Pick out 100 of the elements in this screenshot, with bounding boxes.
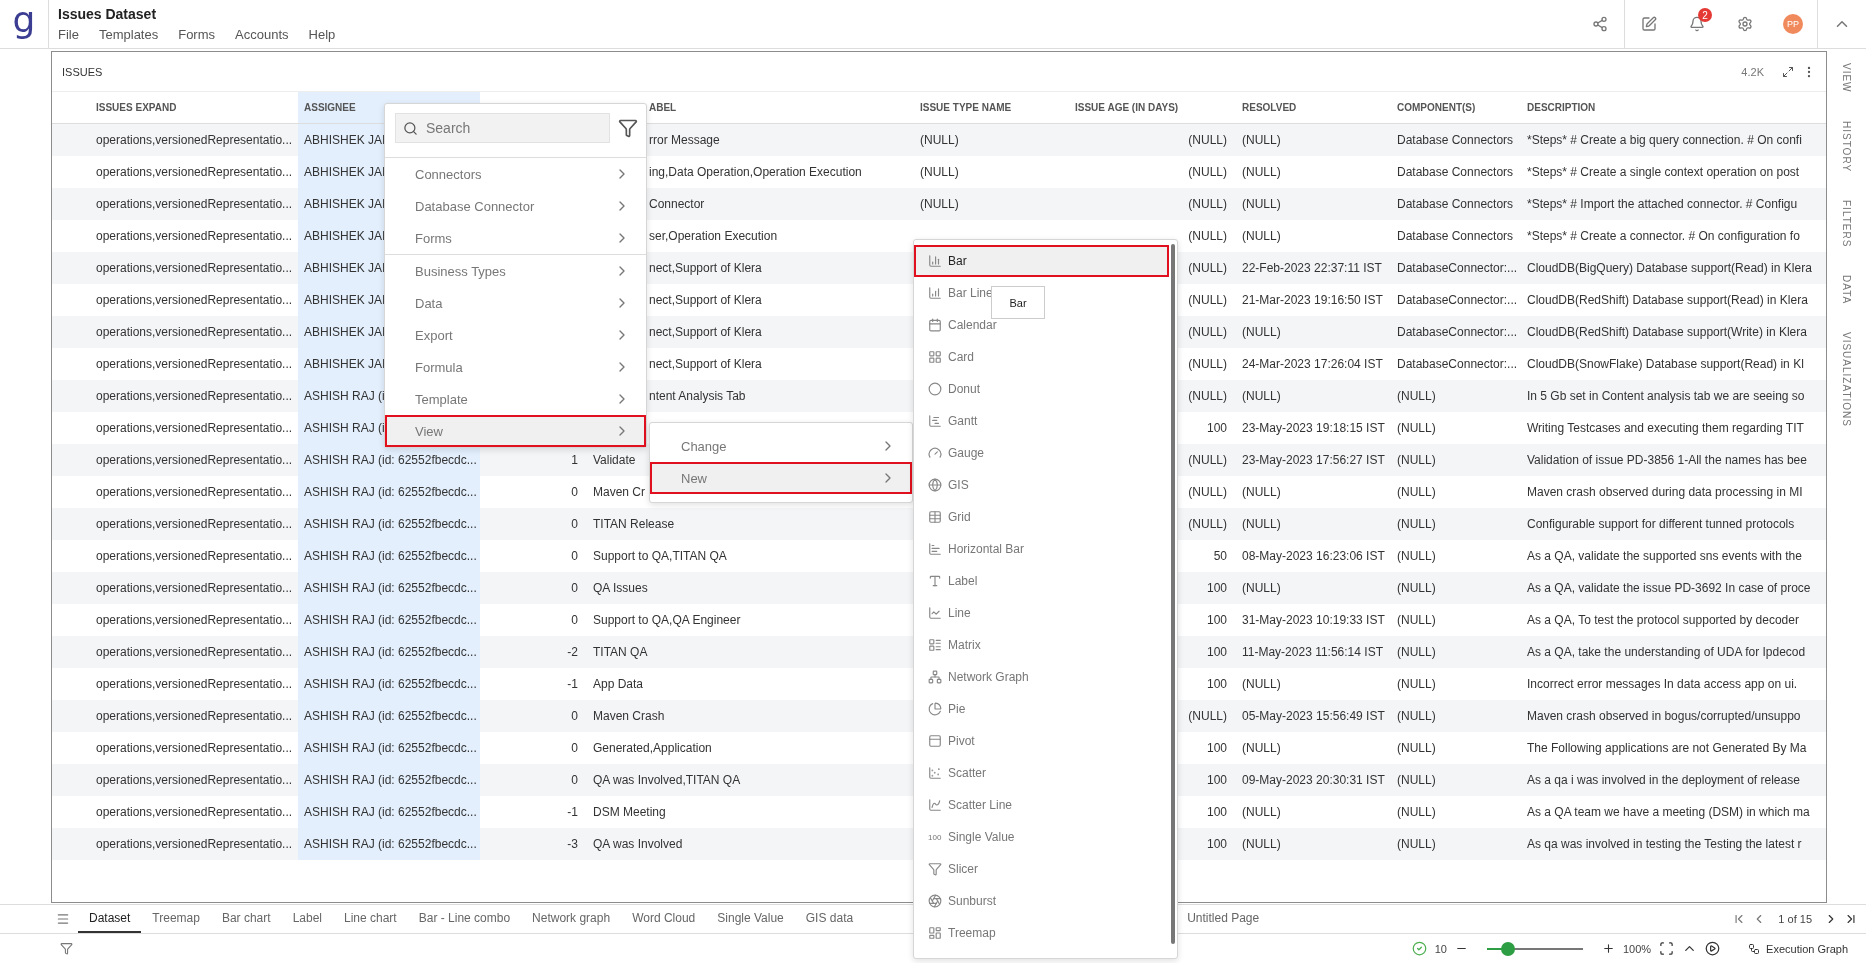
settings-icon[interactable]	[1737, 16, 1753, 32]
window-title: Issues Dataset	[58, 6, 158, 22]
menu-item[interactable]: Treemap	[914, 917, 1006, 949]
sheet-tab[interactable]: GIS data	[794, 905, 865, 933]
sheet-tab[interactable]: Network graph	[521, 905, 622, 933]
menu-item[interactable]: Scatter	[914, 757, 996, 789]
table-cell: DatabaseConnector:...	[1397, 357, 1518, 371]
last-page-icon[interactable]	[1844, 912, 1858, 926]
menu-item[interactable]: New	[650, 462, 912, 494]
filter-icon[interactable]	[618, 118, 638, 138]
menu-item[interactable]: Connectors	[385, 158, 646, 190]
menu-item[interactable]: Donut	[914, 373, 991, 405]
table-cell: ASHISH RAJ (id: 62552fbecdc...	[304, 741, 477, 755]
menu-item[interactable]: Grid	[914, 501, 981, 533]
menu-item[interactable]: Scatter Line	[914, 789, 1023, 821]
share-icon[interactable]	[1592, 16, 1608, 32]
table-cell: Support to QA,QA Engineer	[593, 613, 741, 627]
panel-title: ISSUES	[62, 65, 104, 78]
table-cell: nect,Support of Klera	[649, 261, 762, 275]
user-avatar[interactable]: PP	[1783, 14, 1803, 34]
slider-thumb[interactable]	[1501, 941, 1516, 956]
spline-chart-icon	[928, 798, 942, 812]
menu-item[interactable]: Bar	[914, 245, 1169, 277]
scrollbar[interactable]	[1171, 244, 1175, 944]
column-header[interactable]: ABEL	[649, 102, 677, 113]
column-header[interactable]: ASSIGNEE	[304, 102, 356, 113]
menu-item[interactable]: Card	[914, 341, 984, 373]
filter-icon[interactable]	[60, 942, 73, 955]
menu-item[interactable]: Business Types	[385, 255, 646, 287]
table-cell: (NULL)	[1397, 453, 1436, 467]
table-cell: (NULL)	[920, 165, 959, 179]
menu-item[interactable]: 100 Single Value	[914, 821, 1025, 853]
menu-item[interactable]: Label	[914, 565, 988, 597]
table-cell: 50	[1213, 549, 1227, 563]
sheet-tab[interactable]: Word Cloud	[621, 905, 707, 933]
menu-item[interactable]: File	[58, 27, 79, 42]
column-header[interactable]: COMPONENT(S)	[1397, 102, 1476, 113]
side-tab[interactable]: VIEW	[1841, 63, 1852, 93]
menu-item[interactable]: GIS	[914, 469, 979, 501]
menu-item[interactable]: Pivot	[914, 725, 985, 757]
side-tab[interactable]: VISUALIZATIONS	[1841, 332, 1852, 428]
sheet-tab[interactable]: Label	[281, 905, 333, 933]
table-cell: QA Issues	[593, 581, 648, 595]
column-header[interactable]: ISSUE AGE (IN DAYS)	[1075, 102, 1179, 113]
table-cell: ASHISH RAJ (id: 62552fbecdc...	[304, 485, 477, 499]
menu-item[interactable]: Help	[308, 27, 336, 42]
panel-icon	[928, 734, 942, 748]
menu-item[interactable]: Formula	[385, 351, 646, 383]
table-cell: ABHISHEK JAI	[304, 197, 386, 211]
menu-item[interactable]: Data	[385, 287, 646, 319]
menu-item[interactable]: View	[385, 415, 646, 447]
column-header[interactable]: ISSUE TYPE NAME	[920, 102, 1012, 113]
edit-icon[interactable]	[1641, 16, 1657, 32]
menu-item[interactable]: Export	[385, 319, 646, 351]
menu-item[interactable]: Horizontal Bar	[914, 533, 1035, 565]
menu-icon[interactable]	[56, 912, 70, 926]
column-header[interactable]: DESCRIPTION	[1527, 102, 1596, 113]
side-tab[interactable]: DATA	[1841, 275, 1852, 305]
column-header[interactable]: RESOLVED	[1242, 102, 1297, 113]
table-cell: Maven Cr	[593, 485, 645, 499]
app-logo[interactable]: g	[12, 2, 36, 38]
sheet-tab[interactable]: Line chart	[333, 905, 408, 933]
check-count: 10	[1434, 942, 1447, 955]
menu-item[interactable]: Change	[650, 430, 912, 462]
sheet-tab[interactable]: Bar chart	[210, 905, 282, 933]
table-cell: Writing Testcases and executing them regarding TIT	[1527, 421, 1804, 435]
menu-item[interactable]: Network Graph	[914, 661, 1039, 693]
zoom-in-icon[interactable]	[1601, 942, 1615, 955]
run-icon[interactable]	[1705, 941, 1721, 956]
menu-item[interactable]: Forms	[178, 27, 216, 42]
menu-item[interactable]: Matrix	[914, 629, 991, 661]
search-field[interactable]: Search	[395, 113, 610, 143]
table-cell: Generated,Application	[593, 741, 712, 755]
table-cell: (NULL)	[1188, 517, 1227, 531]
sheet-tab[interactable]: Treemap	[141, 905, 211, 933]
menu-item[interactable]: Sunburst	[914, 885, 1007, 917]
table-cell: (NULL)	[1188, 325, 1227, 339]
side-tab[interactable]: FILTERS	[1841, 199, 1852, 248]
menu-item[interactable]: Gauge	[914, 437, 995, 469]
table-cell: Validate	[593, 453, 636, 467]
menu-item[interactable]: Pie	[914, 693, 976, 725]
menu-item[interactable]: Forms	[385, 222, 646, 254]
menu-item[interactable]: Database Connector	[385, 190, 646, 222]
expand-icon[interactable]	[1782, 65, 1794, 78]
network-icon	[928, 670, 942, 684]
column-header[interactable]: ISSUES EXPAND	[96, 102, 177, 113]
menu-item[interactable]: Accounts	[235, 27, 289, 42]
table-cell: DatabaseConnector:...	[1397, 261, 1518, 275]
sheet-tab[interactable]: Single Value	[706, 905, 795, 933]
menu-item[interactable]: Line	[914, 597, 981, 629]
table-cell: 0	[571, 485, 578, 499]
table-cell: 31-May-2023 10:19:33 IST	[1242, 613, 1385, 627]
fit-icon[interactable]	[1659, 941, 1675, 956]
side-tab[interactable]: HISTORY	[1841, 120, 1852, 172]
menu-item[interactable]: Templates	[98, 27, 159, 42]
menu-item[interactable]: Slicer	[914, 853, 988, 885]
sheet-tab[interactable]: Bar - Line combo	[407, 905, 522, 933]
menu-item[interactable]: Template	[385, 383, 646, 415]
sheet-tab[interactable]: Untitled Page	[1176, 905, 1271, 933]
menu-item[interactable]: Gantt	[914, 405, 988, 437]
